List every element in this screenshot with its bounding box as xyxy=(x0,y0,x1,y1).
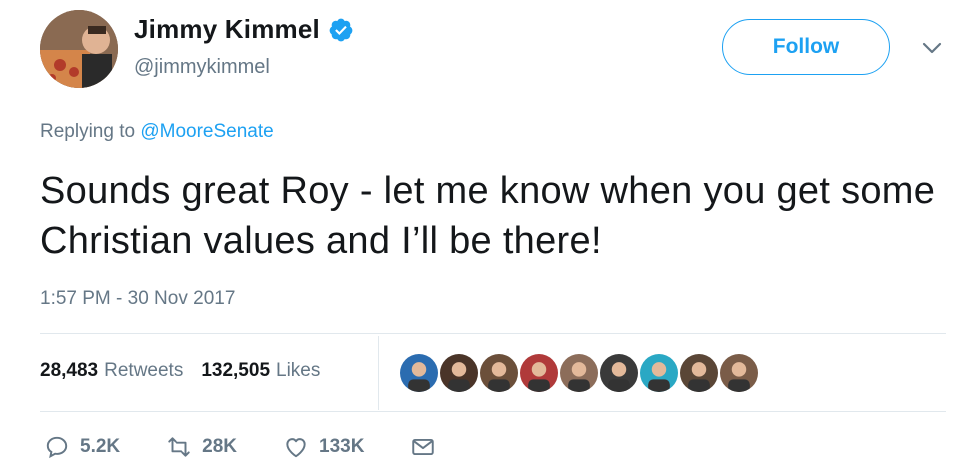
likes-stat[interactable]: 132,505 Likes xyxy=(201,360,320,382)
replying-to-label: Replying to xyxy=(40,121,136,142)
retweets-count: 28,483 xyxy=(40,360,99,381)
direct-message-button[interactable] xyxy=(410,434,436,460)
liker-avatar-7[interactable] xyxy=(638,352,680,394)
reply-target-link[interactable]: @MooreSenate xyxy=(140,121,273,142)
direct-message-icon xyxy=(412,438,435,456)
liker-avatar-1[interactable] xyxy=(398,352,440,394)
replying-to: Replying to @MooreSenate xyxy=(40,121,274,143)
liker-avatar-4[interactable] xyxy=(518,352,560,394)
engagement-stats: 28,483 Retweets 132,505 Likes xyxy=(40,360,320,382)
follow-button[interactable]: Follow xyxy=(722,19,890,75)
divider-top xyxy=(40,333,946,334)
author-name[interactable]: Jimmy Kimmel xyxy=(134,14,320,45)
stats-separator xyxy=(378,336,379,410)
author-handle[interactable]: @jimmykimmel xyxy=(134,56,270,79)
liker-avatar-8[interactable] xyxy=(678,352,720,394)
profile-avatar[interactable] xyxy=(40,10,118,88)
divider-bottom xyxy=(40,411,946,412)
tweet-timestamp[interactable]: 1:57 PM - 30 Nov 2017 xyxy=(40,288,235,310)
chevron-down-icon[interactable] xyxy=(918,36,946,60)
author-name-row[interactable]: Jimmy Kimmel xyxy=(134,14,354,45)
likes-count: 132,505 xyxy=(201,360,271,381)
tweet-text: Sounds great Roy - let me know when you … xyxy=(40,170,936,262)
heart-icon xyxy=(286,438,306,458)
retweet-button[interactable]: 28K xyxy=(166,434,237,460)
retweets-stat[interactable]: 28,483 Retweets xyxy=(40,360,183,382)
liker-avatars xyxy=(398,352,760,394)
liker-avatar-3[interactable] xyxy=(478,352,520,394)
tweet-actions: 5.2K 28K 133K xyxy=(44,434,482,460)
like-button[interactable]: 133K xyxy=(283,434,364,460)
liker-avatar-2[interactable] xyxy=(438,352,480,394)
verified-badge-icon xyxy=(328,17,354,43)
liker-avatar-9[interactable] xyxy=(718,352,760,394)
retweets-label: Retweets xyxy=(104,360,184,381)
reply-icon xyxy=(46,436,68,459)
retweet-count: 28K xyxy=(202,436,237,457)
liker-avatar-6[interactable] xyxy=(598,352,640,394)
retweet-icon xyxy=(168,437,190,457)
reply-count: 5.2K xyxy=(80,436,121,457)
liker-avatar-5[interactable] xyxy=(558,352,600,394)
reply-button[interactable]: 5.2K xyxy=(44,434,120,460)
likes-label: Likes xyxy=(276,360,321,381)
like-count: 133K xyxy=(319,436,365,457)
